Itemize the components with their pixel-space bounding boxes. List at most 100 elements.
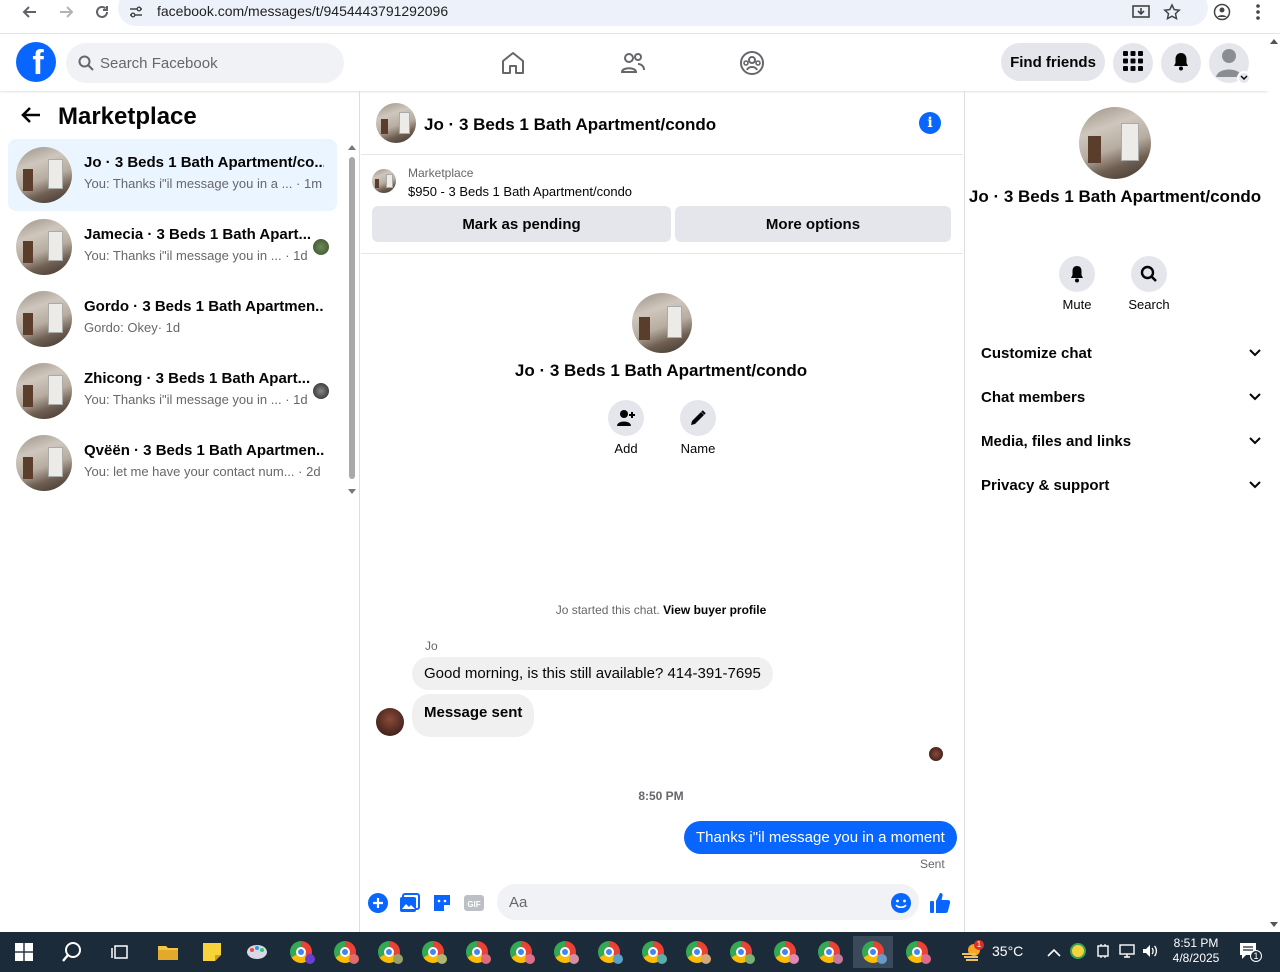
sender-avatar[interactable] [376, 708, 404, 736]
profile-name: Jo · 3 Beds 1 Bath Apartment/condo [968, 187, 1262, 206]
gif-icon[interactable]: GIF [463, 892, 485, 914]
chrome-app-icon[interactable] [501, 936, 541, 968]
chrome-app-icon[interactable] [677, 936, 717, 968]
incoming-message[interactable]: Good morning, is this still available? 4… [412, 657, 773, 690]
site-settings-icon[interactable] [128, 4, 144, 20]
file-explorer-icon[interactable] [148, 936, 188, 968]
thread-snippet: You: Thanks i"il message you in ... · 1d [84, 392, 308, 407]
account-avatar-button[interactable] [1209, 43, 1251, 85]
windows-start-icon[interactable] [4, 936, 44, 968]
home-icon[interactable] [500, 50, 526, 76]
chat-title[interactable]: Jo · 3 Beds 1 Bath Apartment/condo [424, 115, 716, 135]
profile-badge [525, 954, 535, 964]
thread-item[interactable]: Gordo · 3 Beds 1 Bath Apartmen... Gordo:… [8, 283, 337, 355]
weather-icon[interactable]: 1 [954, 936, 990, 968]
task-view-icon[interactable] [100, 936, 140, 968]
bell-icon [1059, 256, 1095, 292]
chrome-app-icon[interactable] [765, 936, 805, 968]
page-scrollbar[interactable] [1268, 34, 1280, 932]
back-icon[interactable] [16, 0, 44, 24]
network-icon[interactable] [1118, 943, 1136, 964]
profile-icon[interactable] [1211, 2, 1233, 22]
chrome-app-icon[interactable] [809, 936, 849, 968]
mark-pending-button[interactable]: Mark as pending [372, 206, 671, 242]
notification-center-icon[interactable]: 1 [1238, 941, 1262, 966]
mute-button[interactable]: Mute [1047, 256, 1107, 312]
search-input[interactable]: Search Facebook [66, 43, 344, 83]
thread-name: Gordo · 3 Beds 1 Bath Apartmen... [84, 298, 324, 315]
chevron-up-icon[interactable] [1047, 945, 1061, 963]
marketplace-sidebar: Marketplace Jo · 3 Beds 1 Bath Apartment… [0, 91, 360, 932]
chrome-app-icon-active[interactable] [853, 936, 893, 968]
install-app-icon[interactable] [1130, 2, 1152, 22]
message-input[interactable]: Aa [497, 884, 919, 920]
chrome-app-icon[interactable] [413, 936, 453, 968]
thread-item[interactable]: Qvëën · 3 Beds 1 Bath Apartmen... You: l… [8, 427, 337, 499]
chrome-app-icon[interactable] [545, 936, 585, 968]
more-options-button[interactable]: More options [675, 206, 951, 242]
thread-item[interactable]: Jo · 3 Beds 1 Bath Apartment/co... You: … [8, 139, 337, 211]
chrome-app-icon[interactable] [325, 936, 365, 968]
name-button[interactable]: Name [668, 400, 728, 456]
chrome-app-icon[interactable] [457, 936, 497, 968]
browser-menu-icon[interactable] [1247, 2, 1269, 22]
profile-badge [613, 954, 623, 964]
chrome-app-icon[interactable] [281, 936, 321, 968]
customize-chat-section[interactable]: Customize chat [981, 341, 1261, 365]
temperature[interactable]: 35°C [992, 944, 1023, 959]
windows-taskbar: 1 35°C 8:51 PM 4/8/2025 1 [0, 932, 1280, 972]
listing-title[interactable]: $950 - 3 Beds 1 Bath Apartment/condo [408, 184, 632, 199]
sidebar-scrollbar[interactable] [347, 143, 357, 496]
outgoing-message[interactable]: Thanks i"il message you in a moment [684, 821, 957, 854]
view-buyer-profile-link[interactable]: View buyer profile [663, 603, 766, 617]
system-clock[interactable]: 8:51 PM 4/8/2025 [1168, 936, 1224, 966]
profile-avatar [1079, 107, 1151, 179]
friends-icon[interactable] [620, 50, 646, 76]
chrome-app-icon[interactable] [369, 936, 409, 968]
scroll-thumb[interactable] [349, 157, 355, 479]
sticker-icon[interactable] [431, 892, 453, 914]
menu-grid-button[interactable] [1113, 43, 1153, 83]
chrome-app-icon[interactable] [633, 936, 673, 968]
groups-icon[interactable] [739, 50, 765, 76]
scroll-up-icon[interactable] [347, 143, 357, 151]
tray-app-icon[interactable] [1070, 943, 1086, 959]
facebook-logo[interactable]: f [16, 42, 56, 82]
privacy-support-section[interactable]: Privacy & support [981, 473, 1261, 497]
find-friends-button[interactable]: Find friends [1001, 43, 1105, 81]
chat-avatar[interactable] [376, 103, 416, 143]
url-text[interactable]: facebook.com/messages/t/9454443791292096 [157, 3, 448, 19]
scroll-down-icon[interactable] [347, 488, 357, 496]
scroll-up-icon[interactable] [1268, 36, 1280, 46]
emoji-icon[interactable] [890, 892, 912, 914]
photo-icon[interactable] [399, 892, 421, 914]
reload-icon[interactable] [88, 0, 116, 24]
sticky-notes-icon[interactable] [192, 936, 232, 968]
chat-info-panel: Jo · 3 Beds 1 Bath Apartment/condo Mute … [964, 91, 1268, 932]
plus-circle-icon[interactable] [367, 892, 389, 914]
thread-item[interactable]: Zhicong · 3 Beds 1 Bath Apart... You: Th… [8, 355, 337, 427]
chat-members-section[interactable]: Chat members [981, 385, 1261, 409]
paint-icon[interactable] [237, 936, 277, 968]
search-button[interactable]: Search [1119, 256, 1179, 312]
taskbar-search-icon[interactable] [52, 936, 92, 968]
notifications-button[interactable] [1161, 43, 1201, 83]
thread-item[interactable]: Jamecia · 3 Beds 1 Bath Apart... You: Th… [8, 211, 337, 283]
media-files-links-section[interactable]: Media, files and links [981, 429, 1261, 453]
forward-icon[interactable] [52, 0, 80, 24]
bookmark-star-icon[interactable] [1161, 2, 1183, 22]
back-arrow-icon[interactable] [20, 105, 42, 130]
info-icon[interactable]: i [919, 112, 941, 134]
add-button[interactable]: Add [596, 400, 656, 456]
grid-icon [1123, 50, 1143, 76]
chrome-app-icon[interactable] [589, 936, 629, 968]
incoming-message[interactable]: Message sent [412, 694, 535, 737]
tray-device-icon[interactable] [1095, 943, 1111, 964]
thumbs-up-icon[interactable] [929, 892, 951, 914]
profile-name: Jo · 3 Beds 1 Bath Apartment/condo [514, 361, 808, 380]
chrome-app-icon[interactable] [721, 936, 761, 968]
scroll-down-icon[interactable] [1268, 920, 1280, 930]
thread-snippet: You: Thanks i"il message you in ... · 1d [84, 248, 308, 263]
volume-icon[interactable] [1141, 943, 1159, 964]
chrome-app-icon[interactable] [897, 936, 937, 968]
